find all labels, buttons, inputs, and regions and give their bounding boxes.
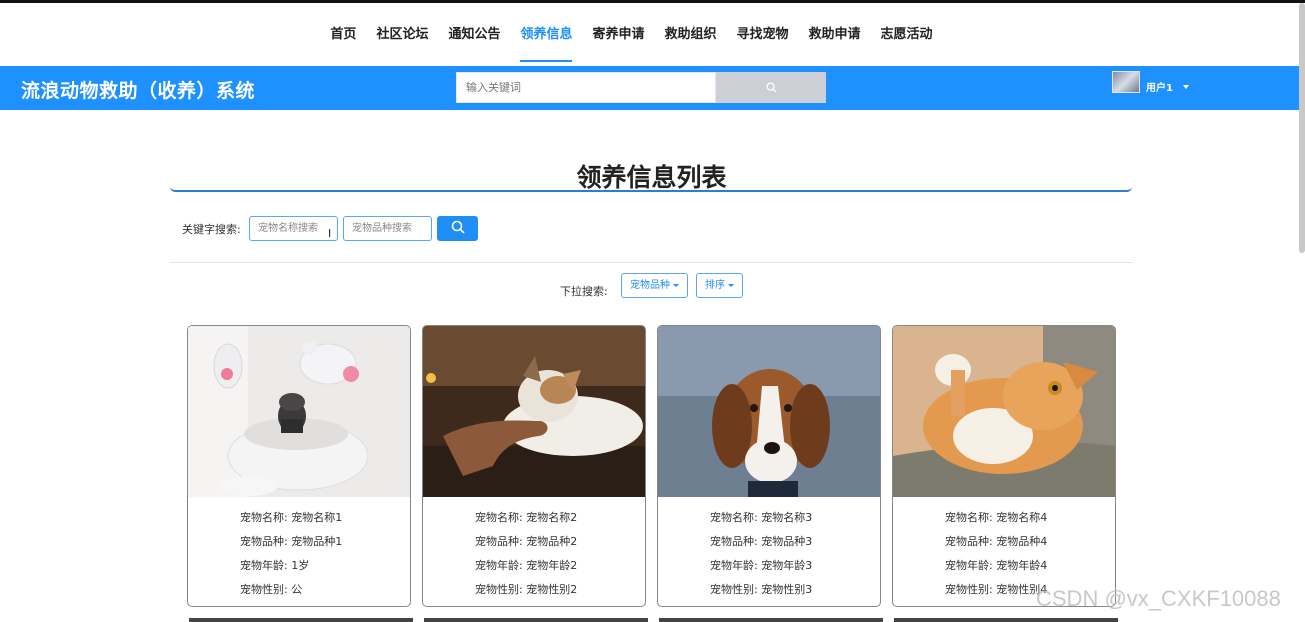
caret-down-icon xyxy=(728,283,734,287)
keyword-search-label: 关键字搜索: xyxy=(182,223,241,236)
pet-age-row: 宠物年龄: 1岁 xyxy=(240,554,342,578)
pet-name-label: 宠物名称: xyxy=(475,511,523,524)
nav-item-home[interactable]: 首页 xyxy=(320,3,366,66)
pet-age-label: 宠物年龄: xyxy=(945,559,993,572)
pet-breed-label: 宠物品种: xyxy=(475,535,523,548)
pet-info: 宠物名称: 宠物名称3 宠物品种: 宠物品种3 宠物年龄: 宠物年龄3 宠物性别… xyxy=(710,506,812,602)
breed-dropdown[interactable]: 宠物品种 xyxy=(621,273,688,298)
header-search-button[interactable] xyxy=(716,72,826,103)
search-icon xyxy=(765,78,777,97)
caret-down-icon xyxy=(673,283,679,287)
pet-age-label: 宠物年龄: xyxy=(475,559,523,572)
breed-dropdown-label: 宠物品种 xyxy=(630,280,670,291)
sort-dropdown-label: 排序 xyxy=(705,280,725,291)
top-nav: 首页 社区论坛 通知公告 领养信息 寄养申请 救助组织 寻找宠物 救助申请 志愿… xyxy=(0,3,1305,66)
pet-card-top-edge xyxy=(894,618,1118,622)
pet-card-top-edge xyxy=(189,618,413,622)
nav-item-notices[interactable]: 通知公告 xyxy=(438,3,510,66)
pet-sex-row: 宠物性别: 公 xyxy=(240,578,342,602)
pet-sex-value: 宠物性别3 xyxy=(761,583,813,596)
header-search-input[interactable] xyxy=(457,73,715,102)
pet-breed-label: 宠物品种: xyxy=(240,535,288,548)
keyword-search-button[interactable] xyxy=(437,216,478,241)
pet-name-row: 宠物名称: 宠物名称4 xyxy=(945,506,1047,530)
sort-dropdown[interactable]: 排序 xyxy=(696,273,743,298)
pet-name-label: 宠物名称: xyxy=(710,511,758,524)
pet-card-top-edge xyxy=(424,618,648,622)
pet-breed-search-input[interactable]: 宠物品种搜索 xyxy=(343,216,432,241)
pet-age-row: 宠物年龄: 宠物年龄4 xyxy=(945,554,1047,578)
pet-sex-row: 宠物性别: 宠物性别3 xyxy=(710,578,812,602)
user-name[interactable]: 用户1 xyxy=(1146,79,1173,94)
avatar[interactable] xyxy=(1112,71,1140,93)
pet-card[interactable]: 宠物名称: 宠物名称2 宠物品种: 宠物品种2 宠物年龄: 宠物年龄2 宠物性别… xyxy=(422,325,646,607)
pet-name-value: 宠物名称3 xyxy=(761,511,813,524)
nav-item-foster[interactable]: 寄养申请 xyxy=(582,3,654,66)
pet-sex-label: 宠物性别: xyxy=(945,583,993,596)
pet-age-row: 宠物年龄: 宠物年龄3 xyxy=(710,554,812,578)
pet-sex-value: 宠物性别2 xyxy=(526,583,578,596)
pet-photo[interactable] xyxy=(658,326,880,497)
pet-breed-value: 宠物品种3 xyxy=(761,535,813,548)
pet-name-row: 宠物名称: 宠物名称3 xyxy=(710,506,812,530)
pet-breed-row: 宠物品种: 宠物品种3 xyxy=(710,530,812,554)
pet-breed-label: 宠物品种: xyxy=(710,535,758,548)
pet-age-label: 宠物年龄: xyxy=(710,559,758,572)
pet-name-row: 宠物名称: 宠物名称1 xyxy=(240,506,342,530)
pet-sex-row: 宠物性别: 宠物性别2 xyxy=(475,578,577,602)
pet-breed-value: 宠物品种2 xyxy=(526,535,578,548)
pet-name-row: 宠物名称: 宠物名称2 xyxy=(475,506,577,530)
pet-age-label: 宠物年龄: xyxy=(240,559,288,572)
pet-card[interactable]: 宠物名称: 宠物名称3 宠物品种: 宠物品种3 宠物年龄: 宠物年龄3 宠物性别… xyxy=(657,325,881,607)
dropdown-search-label: 下拉搜索: xyxy=(560,285,608,298)
chevron-down-icon[interactable] xyxy=(1183,85,1189,89)
header-bar: 流浪动物救助（收养）系统 用户1 xyxy=(0,66,1305,110)
pet-age-row: 宠物年龄: 宠物年龄2 xyxy=(475,554,577,578)
nav-item-forum[interactable]: 社区论坛 xyxy=(366,3,438,66)
nav-item-adoption[interactable]: 领养信息 xyxy=(510,3,582,66)
pet-sex-label: 宠物性别: xyxy=(240,583,288,596)
pet-name-search-input[interactable]: 宠物名称搜索 xyxy=(249,216,338,241)
pet-age-value: 宠物年龄2 xyxy=(526,559,578,572)
pet-sex-row: 宠物性别: 宠物性别4 xyxy=(945,578,1047,602)
pet-name-label: 宠物名称: xyxy=(240,511,288,524)
pet-breed-value: 宠物品种4 xyxy=(996,535,1048,548)
nav-item-volunteer[interactable]: 志愿活动 xyxy=(871,3,943,66)
pet-card[interactable]: 宠物名称: 宠物名称1 宠物品种: 宠物品种1 宠物年龄: 1岁 宠物性别: 公 xyxy=(187,325,411,607)
pet-breed-label: 宠物品种: xyxy=(945,535,993,548)
pet-sex-label: 宠物性别: xyxy=(710,583,758,596)
title-underline xyxy=(170,187,1132,192)
pet-photo[interactable] xyxy=(893,326,1115,497)
pet-photo[interactable] xyxy=(188,326,410,497)
page-scrollbar[interactable] xyxy=(1299,3,1305,253)
pet-sex-value: 公 xyxy=(291,583,303,596)
pet-info: 宠物名称: 宠物名称4 宠物品种: 宠物品种4 宠物年龄: 宠物年龄4 宠物性别… xyxy=(945,506,1047,602)
search-icon xyxy=(451,219,465,238)
pet-sex-label: 宠物性别: xyxy=(475,583,523,596)
pet-info: 宠物名称: 宠物名称2 宠物品种: 宠物品种2 宠物年龄: 宠物年龄2 宠物性别… xyxy=(475,506,577,602)
pet-photo[interactable] xyxy=(423,326,645,497)
pet-age-value: 1岁 xyxy=(291,559,310,572)
pet-name-label: 宠物名称: xyxy=(945,511,993,524)
pet-breed-row: 宠物品种: 宠物品种4 xyxy=(945,530,1047,554)
nav-item-find-pet[interactable]: 寻找宠物 xyxy=(727,3,799,66)
watermark: CSDN @vx_CXKF10088 xyxy=(1036,586,1281,611)
header-search-box xyxy=(456,72,716,103)
pet-card[interactable]: 宠物名称: 宠物名称4 宠物品种: 宠物品种4 宠物年龄: 宠物年龄4 宠物性别… xyxy=(892,325,1116,607)
pet-card-top-edge xyxy=(659,618,883,622)
text-cursor-icon: I xyxy=(328,227,332,240)
nav-item-rescue-orgs[interactable]: 救助组织 xyxy=(655,3,727,66)
nav-item-rescue-apply[interactable]: 救助申请 xyxy=(799,3,871,66)
pet-breed-row: 宠物品种: 宠物品种1 xyxy=(240,530,342,554)
filter-divider xyxy=(170,262,1133,263)
pet-info: 宠物名称: 宠物名称1 宠物品种: 宠物品种1 宠物年龄: 1岁 宠物性别: 公 xyxy=(240,506,342,602)
pet-age-value: 宠物年龄3 xyxy=(761,559,813,572)
pet-name-value: 宠物名称4 xyxy=(996,511,1048,524)
pet-breed-value: 宠物品种1 xyxy=(291,535,343,548)
pet-name-value: 宠物名称1 xyxy=(291,511,343,524)
pet-name-value: 宠物名称2 xyxy=(526,511,578,524)
site-title: 流浪动物救助（收养）系统 xyxy=(21,80,256,102)
pet-age-value: 宠物年龄4 xyxy=(996,559,1048,572)
pet-breed-row: 宠物品种: 宠物品种2 xyxy=(475,530,577,554)
